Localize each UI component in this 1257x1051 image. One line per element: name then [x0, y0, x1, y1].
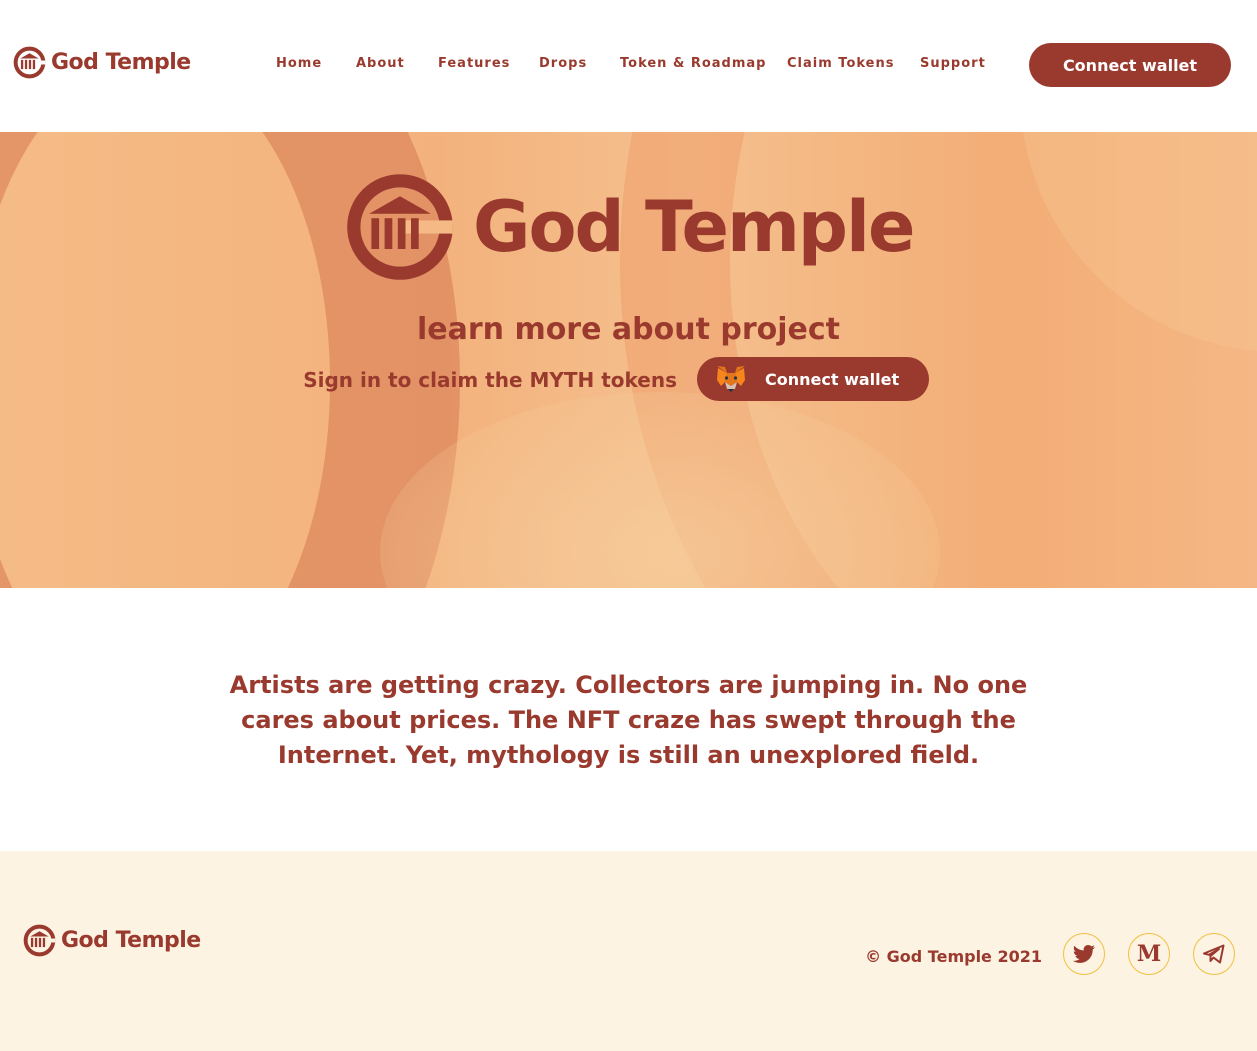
- telegram-icon: [1203, 944, 1225, 964]
- hero-heading: learn more about project: [416, 312, 841, 347]
- site-footer: God Temple © God Temple 2021 M: [0, 851, 1257, 1051]
- header-connect-wallet-button[interactable]: Connect wallet: [1029, 43, 1231, 87]
- telegram-link[interactable]: [1193, 933, 1235, 975]
- temple-logo-icon: [347, 174, 453, 280]
- hero-logo-text: God Temple: [473, 186, 915, 268]
- medium-link[interactable]: M: [1128, 933, 1170, 975]
- nav-support[interactable]: Support: [920, 56, 986, 71]
- nav-claim-tokens[interactable]: Claim Tokens: [787, 56, 894, 71]
- twitter-link[interactable]: [1063, 933, 1105, 975]
- intro-text: Artists are getting crazy. Collectors ar…: [229, 671, 1028, 769]
- hero-connect-wallet-button[interactable]: Connect wallet: [697, 357, 929, 401]
- hero-subtext: Sign in to claim the MYTH tokens: [303, 368, 677, 392]
- twitter-icon: [1073, 945, 1095, 963]
- footer-logo[interactable]: God Temple: [23, 924, 201, 957]
- hero-logo: God Temple: [345, 172, 915, 282]
- metamask-fox-icon: [717, 366, 745, 392]
- temple-logo-icon: [23, 924, 56, 957]
- nav-about[interactable]: About: [356, 56, 405, 71]
- copyright-text: © God Temple 2021: [865, 947, 1042, 966]
- logo-text: God Temple: [51, 50, 191, 75]
- header-logo[interactable]: God Temple: [13, 46, 191, 79]
- nav-home[interactable]: Home: [276, 56, 322, 71]
- hero-connect-wallet-label: Connect wallet: [765, 369, 900, 389]
- hero-section: God Temple learn more about project Sign…: [0, 132, 1257, 588]
- medium-icon: M: [1136, 941, 1162, 967]
- temple-logo-icon: [13, 46, 46, 79]
- site-header: God Temple Home About Features Drops Tok…: [0, 0, 1257, 132]
- nav-drops[interactable]: Drops: [539, 56, 587, 71]
- nav-token-roadmap[interactable]: Token & Roadmap: [620, 56, 766, 71]
- nav-features[interactable]: Features: [438, 56, 510, 71]
- footer-logo-text: God Temple: [61, 928, 201, 953]
